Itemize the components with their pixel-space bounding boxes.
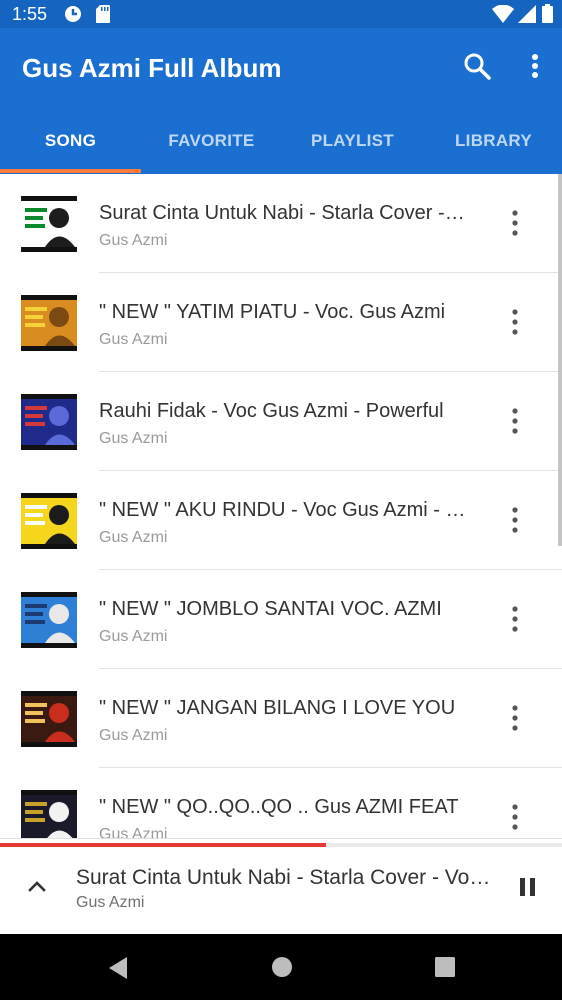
song-artist: Gus Azmi	[99, 232, 168, 249]
tab-song[interactable]: SONG	[0, 120, 141, 174]
now-playing-title: Surat Cinta Untuk Nabi - Starla Cover - …	[76, 866, 492, 889]
song-thumbnail	[21, 196, 77, 252]
tab-playlist[interactable]: PLAYLIST	[282, 120, 423, 174]
status-bar: 1:55	[0, 0, 562, 28]
song-more-icon[interactable]	[505, 703, 525, 733]
chevron-up-icon[interactable]	[24, 875, 50, 897]
song-artist: Gus Azmi	[99, 727, 168, 744]
now-playing-artist: Gus Azmi	[76, 894, 145, 911]
battery-icon	[542, 4, 553, 23]
song-row[interactable]: " NEW " AKU RINDU - Voc Gus Azmi - Syubb…	[0, 471, 562, 570]
song-title: Surat Cinta Untuk Nabi - Starla Cover - …	[99, 202, 469, 224]
song-more-icon[interactable]	[505, 505, 525, 535]
pause-icon[interactable]	[516, 875, 540, 899]
song-thumbnail	[21, 592, 77, 648]
now-playing-bar[interactable]: Surat Cinta Untuk Nabi - Starla Cover - …	[0, 838, 562, 934]
song-row[interactable]: " NEW " JANGAN BILANG I LOVE YOU Gus Azm…	[0, 669, 562, 768]
tab-favorite[interactable]: FAVORITE	[141, 120, 282, 174]
song-more-icon[interactable]	[505, 604, 525, 634]
playback-progress[interactable]	[0, 843, 326, 847]
search-icon[interactable]	[461, 50, 493, 82]
song-artist: Gus Azmi	[99, 529, 168, 546]
song-title: Rauhi Fidak - Voc Gus Azmi - Powerful	[99, 400, 444, 422]
back-icon[interactable]	[105, 955, 131, 981]
song-thumbnail	[21, 394, 77, 450]
song-more-icon[interactable]	[505, 802, 525, 832]
song-artist: Gus Azmi	[99, 628, 168, 645]
song-title: " NEW " JANGAN BILANG I LOVE YOU	[99, 697, 456, 719]
song-row[interactable]: Rauhi Fidak - Voc Gus Azmi - Powerful Gu…	[0, 372, 562, 471]
song-row[interactable]: " NEW " JOMBLO SANTAI VOC. AZMI Gus Azmi	[0, 570, 562, 669]
song-row[interactable]: Surat Cinta Untuk Nabi - Starla Cover - …	[0, 174, 562, 273]
system-nav-bar	[0, 934, 562, 1000]
song-artist: Gus Azmi	[99, 826, 168, 838]
song-title: " NEW " QO..QO..QO .. Gus AZMI FEAT	[99, 796, 459, 818]
recents-icon[interactable]	[434, 956, 456, 978]
song-title: " NEW " JOMBLO SANTAI VOC. AZMI	[99, 598, 442, 620]
app-title: Gus Azmi Full Album	[22, 53, 282, 83]
song-more-icon[interactable]	[505, 307, 525, 337]
data-saver-icon	[65, 6, 81, 22]
song-title: " NEW " YATIM PIATU - Voc. Gus Azmi	[99, 301, 446, 323]
tab-library[interactable]: LIBRARY	[423, 120, 562, 174]
status-time: 1:55	[12, 4, 48, 24]
song-title: " NEW " AKU RINDU - Voc Gus Azmi - Syubb…	[99, 499, 469, 521]
song-thumbnail	[21, 790, 77, 838]
tab-bar: SONG FAVORITE PLAYLIST LIBRARY	[0, 120, 562, 174]
song-row[interactable]: " NEW " QO..QO..QO .. Gus AZMI FEAT Gus …	[0, 768, 562, 838]
list-scrollbar[interactable]	[558, 174, 562, 546]
app-bar: Gus Azmi Full Album SONG FAVORITE PLAYLI…	[0, 28, 562, 174]
song-thumbnail	[21, 691, 77, 747]
song-list[interactable]: Surat Cinta Untuk Nabi - Starla Cover - …	[0, 174, 562, 838]
song-thumbnail	[21, 295, 77, 351]
more-vert-icon[interactable]	[520, 50, 550, 82]
wifi-icon	[492, 5, 514, 23]
song-more-icon[interactable]	[505, 406, 525, 436]
song-more-icon[interactable]	[505, 208, 525, 238]
song-artist: Gus Azmi	[99, 331, 168, 348]
song-thumbnail	[21, 493, 77, 549]
song-artist: Gus Azmi	[99, 430, 168, 447]
signal-icon	[518, 5, 536, 23]
song-row[interactable]: " NEW " YATIM PIATU - Voc. Gus Azmi Gus …	[0, 273, 562, 372]
tab-indicator	[0, 169, 141, 173]
home-icon[interactable]	[271, 956, 293, 978]
sd-card-icon	[96, 5, 110, 23]
